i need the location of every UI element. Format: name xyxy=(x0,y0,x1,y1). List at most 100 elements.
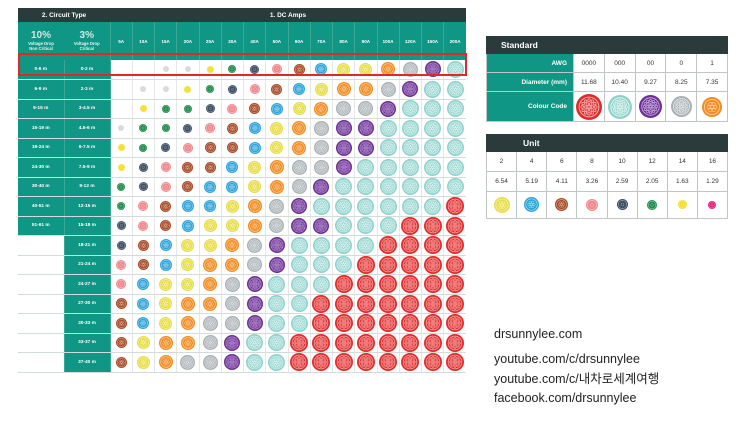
unit-awg-cell: 12 xyxy=(636,151,668,172)
distance-10-cell xyxy=(18,333,65,353)
standard-gauge-table: Standard AWG 0000 000 00 0 1 Diameter (mm) 1… xyxy=(486,36,728,122)
wire-icon xyxy=(358,82,373,97)
wire-icon xyxy=(446,178,464,196)
gauge-cell xyxy=(287,313,311,334)
wire-icon xyxy=(115,337,127,349)
gauge-cell xyxy=(354,235,377,256)
distance-10-cell xyxy=(18,235,65,256)
wire-icon xyxy=(424,80,442,98)
wire-icon xyxy=(158,335,173,350)
gauge-cell xyxy=(309,294,333,314)
gauge-cell xyxy=(131,274,155,295)
unit-colour-cell xyxy=(666,191,698,219)
wire-icon xyxy=(423,275,442,294)
gauge-cell xyxy=(420,216,444,236)
gauge-cell xyxy=(109,274,133,295)
gauge-cell xyxy=(398,196,422,217)
gauge-cell xyxy=(420,255,444,275)
wire-icon xyxy=(115,356,127,368)
wire-icon xyxy=(358,101,374,117)
wire-icon xyxy=(357,197,375,215)
unit-awg-cell: 2 xyxy=(485,151,518,172)
wire-icon xyxy=(137,239,149,251)
wire-icon xyxy=(246,334,264,352)
gauge-cell xyxy=(443,274,466,295)
gauge-cell xyxy=(398,235,422,256)
standard-colour-cell xyxy=(573,91,605,122)
gauge-cell xyxy=(176,294,199,314)
gauge-cell xyxy=(176,177,199,197)
gauge-cell xyxy=(420,118,444,139)
wire-icon xyxy=(357,120,374,137)
website-link[interactable]: drsunnylee.com xyxy=(494,327,582,341)
wire-icon xyxy=(446,100,464,118)
gauge-cell xyxy=(287,138,311,158)
gauge-cell xyxy=(287,255,311,275)
gauge-cell xyxy=(443,138,466,158)
table-row: 19-24 m 6-7.5 m xyxy=(18,138,466,158)
gauge-cell xyxy=(131,216,155,236)
gauge-cell xyxy=(220,274,244,295)
gauge-cell xyxy=(265,177,288,197)
gauge-cell xyxy=(198,235,222,256)
wire-icon xyxy=(647,199,658,210)
distance-3-cell: 6-7.5 m xyxy=(64,138,111,158)
facebook-link[interactable]: facebook.com/drsunnylee xyxy=(494,391,636,405)
gauge-cell xyxy=(376,79,400,100)
gauge-cell xyxy=(220,313,244,334)
gauge-cell xyxy=(443,177,466,197)
wire-icon xyxy=(638,95,662,118)
wire-icon xyxy=(401,275,420,294)
gauge-cell xyxy=(242,138,266,158)
gauge-cell xyxy=(309,333,333,353)
gauge-cell xyxy=(331,196,355,217)
distance-10-cell xyxy=(18,294,65,314)
wire-icon xyxy=(379,217,397,235)
wire-icon xyxy=(616,199,628,211)
table-row: 51-61 m 15-18 m xyxy=(18,216,466,236)
wire-icon xyxy=(379,275,398,294)
gauge-cell xyxy=(354,255,377,275)
youtube-korean-link[interactable]: youtube.com/c/내차로세계여행 xyxy=(494,368,659,387)
gauge-cell xyxy=(287,216,311,236)
gauge-cell xyxy=(198,255,222,275)
gauge-cell xyxy=(176,157,199,178)
wire-icon xyxy=(180,354,196,370)
wire-icon xyxy=(268,314,286,332)
wire-icon xyxy=(137,317,150,330)
gauge-cell xyxy=(376,294,400,314)
youtube-link[interactable]: youtube.com/c/drsunnylee xyxy=(494,352,640,366)
wire-icon xyxy=(136,355,150,369)
wire-icon xyxy=(356,294,375,313)
wire-icon xyxy=(575,93,602,120)
wire-icon xyxy=(312,353,331,372)
wire-icon xyxy=(357,178,375,196)
wire-icon xyxy=(313,217,330,234)
table-row: 27-30 m xyxy=(18,294,466,314)
wire-icon xyxy=(290,314,308,332)
gauge-cell xyxy=(242,235,266,256)
wire-icon xyxy=(136,336,150,350)
wire-icon xyxy=(139,124,148,133)
unit-gauge-table: Unit 2 4 6 8 10 12 14 16 6.54 5.19 4.11 3.26 2.59 2.… xyxy=(485,134,729,219)
wire-icon xyxy=(423,216,442,235)
gauge-cell xyxy=(398,118,422,139)
wire-icon xyxy=(446,236,465,255)
wire-icon xyxy=(202,335,218,351)
table-row: 30-33 m xyxy=(18,313,466,334)
distance-10-cell: 19-24 m xyxy=(18,138,65,158)
unit-colour-cell xyxy=(516,191,548,219)
wire-icon xyxy=(115,298,127,310)
gauge-cell xyxy=(109,235,133,256)
wire-icon xyxy=(204,200,217,213)
wire-icon xyxy=(423,314,442,333)
gauge-cell xyxy=(109,177,133,197)
gauge-cell xyxy=(153,118,177,139)
distance-3-cell: 27-30 m xyxy=(64,294,111,314)
gauge-cell xyxy=(153,196,177,217)
gauge-cell xyxy=(198,118,222,139)
wire-icon xyxy=(446,216,465,235)
gauge-cell xyxy=(153,294,177,314)
gauge-cell xyxy=(131,99,155,119)
distance-3-cell: 9-12 m xyxy=(64,177,111,197)
